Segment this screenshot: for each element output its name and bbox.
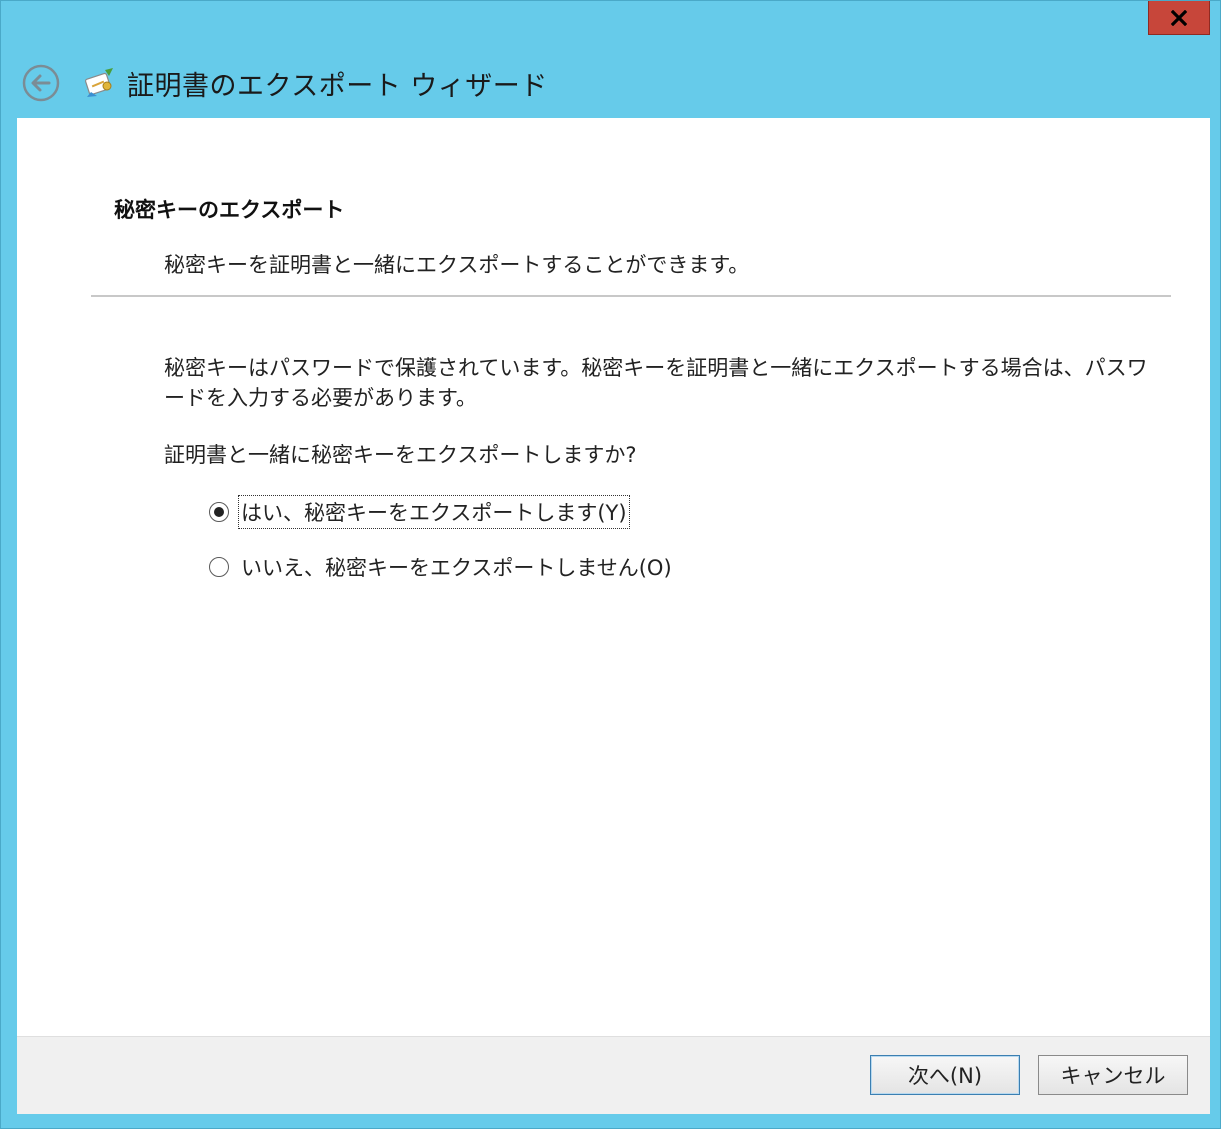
wizard-content: 秘密キーのエクスポート 秘密キーを証明書と一緒にエクスポートすることができます。… <box>17 118 1210 1036</box>
cancel-button[interactable]: キャンセル <box>1038 1055 1188 1095</box>
radio-label-no[interactable]: いいえ、秘密キーをエクスポートしません(O) <box>239 551 674 583</box>
back-button[interactable] <box>21 63 61 103</box>
titlebar: 証明書のエクスポート ウィザード <box>21 51 548 115</box>
page-heading: 秘密キーのエクスポート <box>114 198 345 222</box>
close-icon <box>1171 9 1187 26</box>
certificate-wizard-icon <box>84 68 113 97</box>
radio-option-no[interactable]: いいえ、秘密キーをエクスポートしません(O) <box>209 551 674 583</box>
radio-label-yes[interactable]: はい、秘密キーをエクスポートします(Y) <box>238 495 630 529</box>
radio-button-no[interactable] <box>209 557 229 577</box>
next-button[interactable]: 次へ(N) <box>870 1055 1020 1095</box>
header-divider <box>91 295 1171 297</box>
wizard-window: 証明書のエクスポート ウィザード 秘密キーのエクスポート 秘密キーを証明書と一緒… <box>0 0 1221 1129</box>
window-title: 証明書のエクスポート ウィザード <box>127 70 548 102</box>
info-text: 秘密キーはパスワードで保護されています。秘密キーを証明書と一緒にエクスポートする… <box>164 356 1148 410</box>
page-description: 秘密キーを証明書と一緒にエクスポートすることができます。 <box>164 253 750 277</box>
radio-button-yes[interactable] <box>209 502 229 522</box>
wizard-footer: 次へ(N) キャンセル <box>17 1036 1210 1114</box>
question-label: 証明書と一緒に秘密キーをエクスポートしますか? <box>164 443 637 467</box>
back-arrow-icon <box>22 64 60 102</box>
close-button[interactable] <box>1148 1 1210 35</box>
radio-selected-dot <box>214 507 224 517</box>
radio-option-yes[interactable]: はい、秘密キーをエクスポートします(Y) <box>209 495 630 529</box>
